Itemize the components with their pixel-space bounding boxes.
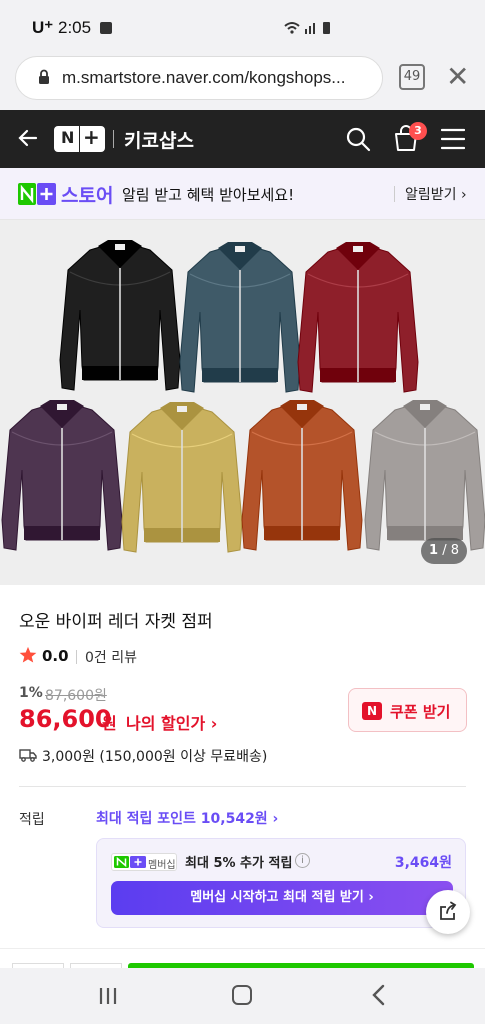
url-text: m.smartstore.naver.com/kongshops... bbox=[62, 68, 346, 87]
system-navigation-bar bbox=[0, 968, 485, 1024]
coupon-button[interactable]: N 쿠폰 받기 bbox=[348, 688, 467, 732]
coupon-label: 쿠폰 받기 bbox=[390, 703, 451, 721]
tab-count-button[interactable]: 49 bbox=[399, 64, 425, 90]
jacket-burgundy bbox=[297, 242, 419, 393]
gallery-notification-icon bbox=[99, 22, 112, 34]
section-divider bbox=[19, 786, 466, 787]
shipping-info: 3,000원 (150,000원 이상 무료배송) bbox=[42, 749, 268, 765]
membership-box: 멤버십 최대 5% 추가 적립 i 3,464원 멤버십 시작하고 최대 적립 … bbox=[96, 838, 466, 928]
menu-icon[interactable] bbox=[441, 128, 465, 150]
recent-apps-icon[interactable] bbox=[98, 986, 118, 1006]
home-icon[interactable] bbox=[232, 985, 252, 1005]
naver-n-icon: N bbox=[362, 702, 382, 720]
notification-banner: 스토어 알림 받고 혜택 받아보세요! 알림받기 › bbox=[0, 168, 485, 220]
naver-plus-icon bbox=[18, 183, 56, 205]
carrier-label: U⁺ bbox=[32, 18, 54, 37]
signal-battery-icon bbox=[284, 22, 330, 34]
product-title: 오운 바이퍼 레더 자켓 점퍼 bbox=[19, 612, 213, 632]
share-button[interactable] bbox=[426, 890, 470, 934]
points-label: 적립 bbox=[19, 812, 45, 828]
purchase-bar-peek bbox=[0, 948, 485, 969]
jacket-orange-brown bbox=[241, 400, 363, 551]
subscribe-alert-button[interactable]: 알림받기 › bbox=[405, 184, 467, 204]
share-icon bbox=[440, 901, 457, 920]
store-name[interactable]: 키코샵스 bbox=[124, 126, 194, 153]
truck-icon bbox=[19, 749, 37, 762]
rating-divider bbox=[76, 650, 77, 664]
jacket-purple bbox=[1, 400, 123, 551]
product-photo bbox=[1, 240, 485, 553]
store-header: N + 키코샵스 bbox=[0, 110, 485, 168]
membership-text: 최대 5% 추가 적립 bbox=[185, 856, 293, 871]
clock: 2:05 bbox=[57, 18, 92, 37]
original-price: 87,600원 bbox=[45, 688, 107, 704]
status-time: U⁺ 2:05 bbox=[32, 18, 112, 38]
max-points-link[interactable]: 최대 적립 포인트 10,542원 › bbox=[96, 808, 278, 828]
membership-start-button[interactable]: 멤버십 시작하고 최대 적립 받기 › bbox=[111, 881, 453, 915]
jacket-mustard bbox=[121, 402, 243, 553]
image-counter: 1 / 8 bbox=[421, 538, 467, 564]
discount-rate: 1% bbox=[19, 685, 43, 701]
jacket-blue-gray bbox=[179, 242, 301, 393]
my-discount-link[interactable]: 나의 할인가 › bbox=[126, 710, 217, 734]
store-brand-label: 스토어 bbox=[61, 185, 114, 207]
close-icon[interactable]: ✕ bbox=[446, 62, 469, 92]
header-divider bbox=[113, 130, 114, 148]
info-icon[interactable]: i bbox=[295, 853, 310, 868]
jacket-black bbox=[59, 240, 181, 391]
membership-tag: 멤버십 bbox=[111, 853, 177, 871]
naver-plus-icon bbox=[114, 856, 146, 868]
browser-toolbar: m.smartstore.naver.com/kongshops... 49 ✕ bbox=[0, 54, 485, 110]
price-currency: 원 bbox=[102, 714, 117, 733]
star-icon bbox=[19, 646, 37, 663]
banner-divider bbox=[394, 186, 395, 202]
url-bar[interactable]: m.smartstore.naver.com/kongshops... bbox=[15, 56, 383, 100]
back-arrow-icon[interactable] bbox=[16, 126, 40, 150]
review-count-link[interactable]: 0건 리뷰 bbox=[85, 647, 137, 667]
lock-icon bbox=[39, 69, 49, 84]
jacket-gray bbox=[364, 400, 485, 551]
cart-count-badge: 3 bbox=[409, 122, 427, 140]
membership-amount: 3,464원 bbox=[394, 855, 452, 871]
rating-value: 0.0 bbox=[42, 647, 69, 665]
sale-price: 86,600 bbox=[19, 705, 112, 733]
banner-message: 알림 받고 혜택 받아보세요! bbox=[122, 186, 295, 204]
search-icon[interactable] bbox=[345, 126, 371, 152]
status-bar: U⁺ 2:05 bbox=[0, 0, 485, 54]
product-image-gallery[interactable]: joonggonara bbox=[0, 220, 485, 585]
naver-plus-logo[interactable]: N + bbox=[54, 125, 105, 152]
back-nav-icon[interactable] bbox=[370, 984, 388, 1006]
